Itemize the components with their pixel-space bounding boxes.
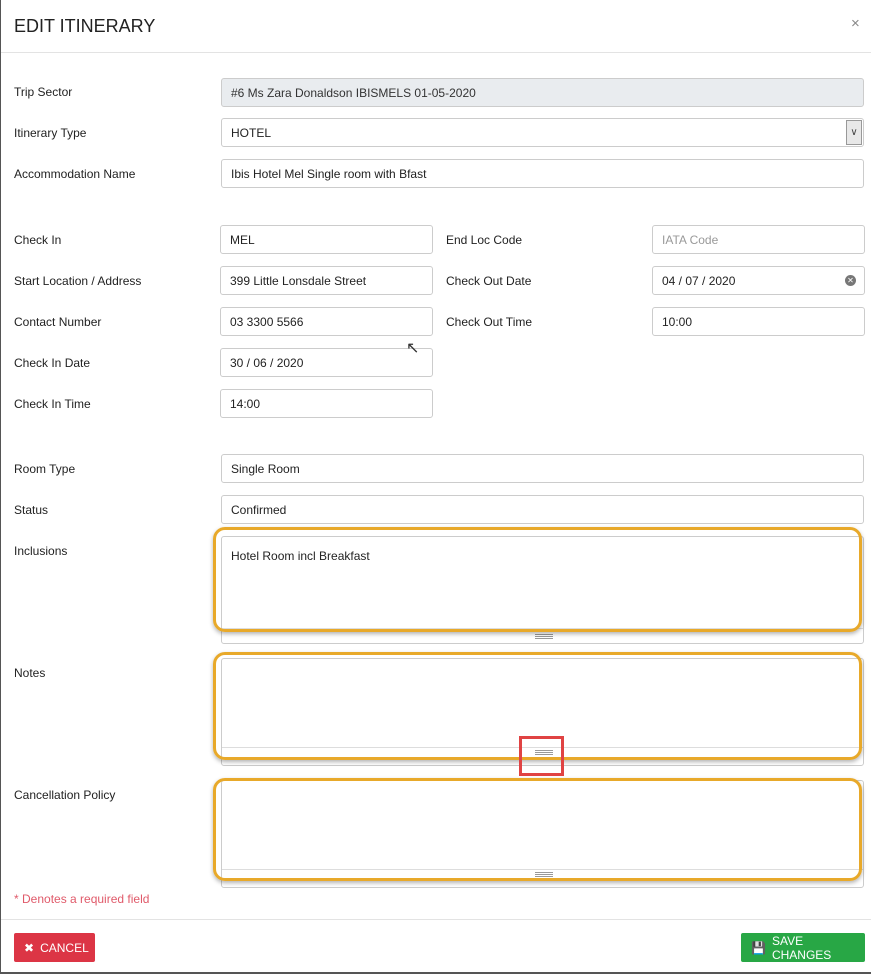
mouse-cursor-icon: ↖ <box>406 340 420 357</box>
resize-handle-icon[interactable] <box>535 750 553 755</box>
resize-bar <box>222 628 863 629</box>
check-in-date-label: Check In Date <box>14 356 91 370</box>
required-note: * Denotes a required field <box>14 892 150 906</box>
contact-number-input[interactable]: 03 3300 5566 <box>220 307 433 336</box>
accommodation-name-label: Accommodation Name <box>14 167 136 181</box>
check-out-time-input[interactable]: 10:00 <box>652 307 865 336</box>
clear-icon[interactable]: ✕ <box>845 275 856 286</box>
cancellation-policy-label: Cancellation Policy <box>14 788 116 802</box>
contact-number-value: 03 3300 5566 <box>230 314 304 329</box>
check-in-date-input[interactable]: 30 / 06 / 2020 <box>220 348 433 377</box>
trip-sector-label: Trip Sector <box>14 85 73 99</box>
inclusions-textarea[interactable]: Hotel Room incl Breakfast <box>221 536 864 644</box>
check-out-time-label: Check Out Time <box>446 315 533 329</box>
end-loc-code-input[interactable]: IATA Code <box>652 225 865 254</box>
inclusions-label: Inclusions <box>14 544 68 558</box>
room-type-label: Room Type <box>14 462 76 476</box>
room-type-value: Single Room <box>231 461 300 476</box>
check-in-input[interactable]: MEL <box>220 225 433 254</box>
modal-title: EDIT ITINERARY <box>14 16 156 36</box>
status-value: Confirmed <box>231 502 287 517</box>
close-icon: ✖ <box>24 940 35 955</box>
notes-textarea[interactable] <box>221 658 864 766</box>
end-loc-code-placeholder: IATA Code <box>662 232 719 247</box>
floppy-disk-icon: 💾 <box>751 940 766 955</box>
accommodation-name-input[interactable]: Ibis Hotel Mel Single room with Bfast <box>221 159 864 188</box>
itinerary-type-value: HOTEL <box>231 125 272 140</box>
status-input[interactable]: Confirmed <box>221 495 864 524</box>
check-in-time-value: 14:00 <box>230 396 261 411</box>
check-in-date-value: 30 / 06 / 2020 <box>230 355 304 370</box>
cancel-label: CANCEL <box>40 940 89 955</box>
chevron-down-icon[interactable]: ∨ <box>846 120 862 145</box>
footer-divider <box>1 919 871 920</box>
check-in-time-input[interactable]: 14:00 <box>220 389 433 418</box>
trip-sector-field: #6 Ms Zara Donaldson IBISMELS 01-05-2020 <box>221 78 864 107</box>
cancel-button[interactable]: ✖ CANCEL <box>14 933 95 962</box>
status-label: Status <box>14 503 49 517</box>
check-in-label: Check In <box>14 233 62 247</box>
end-loc-code-label: End Loc Code <box>446 233 523 247</box>
itinerary-type-label: Itinerary Type <box>14 126 87 140</box>
save-changes-button[interactable]: 💾 SAVE CHANGES <box>741 933 865 962</box>
notes-label: Notes <box>14 666 46 680</box>
itinerary-type-select[interactable]: HOTEL ∨ <box>221 118 864 147</box>
check-out-date-input[interactable]: 04 / 07 / 2020 ✕ <box>652 266 865 295</box>
check-in-value: MEL <box>230 232 255 247</box>
save-label: SAVE CHANGES <box>771 933 832 962</box>
header-divider <box>1 52 871 53</box>
resize-handle-icon[interactable] <box>535 872 553 877</box>
start-location-label: Start Location / Address <box>14 274 142 288</box>
check-out-date-value: 04 / 07 / 2020 <box>662 273 736 288</box>
check-in-time-label: Check In Time <box>14 397 91 411</box>
inclusions-value: Hotel Room incl Breakfast <box>231 549 370 563</box>
trip-sector-value: #6 Ms Zara Donaldson IBISMELS 01-05-2020 <box>231 85 476 100</box>
resize-handle-icon[interactable] <box>535 634 553 639</box>
accommodation-name-value: Ibis Hotel Mel Single room with Bfast <box>231 166 427 181</box>
check-out-time-value: 10:00 <box>662 314 693 329</box>
contact-number-label: Contact Number <box>14 315 102 329</box>
resize-bar <box>222 747 863 748</box>
start-location-input[interactable]: 399 Little Lonsdale Street <box>220 266 433 295</box>
start-location-value: 399 Little Lonsdale Street <box>230 273 367 288</box>
resize-bar <box>222 869 863 870</box>
check-out-date-label: Check Out Date <box>446 274 532 288</box>
close-icon[interactable]: × <box>851 15 860 32</box>
room-type-input[interactable]: Single Room <box>221 454 864 483</box>
cancellation-policy-textarea[interactable] <box>221 780 864 888</box>
